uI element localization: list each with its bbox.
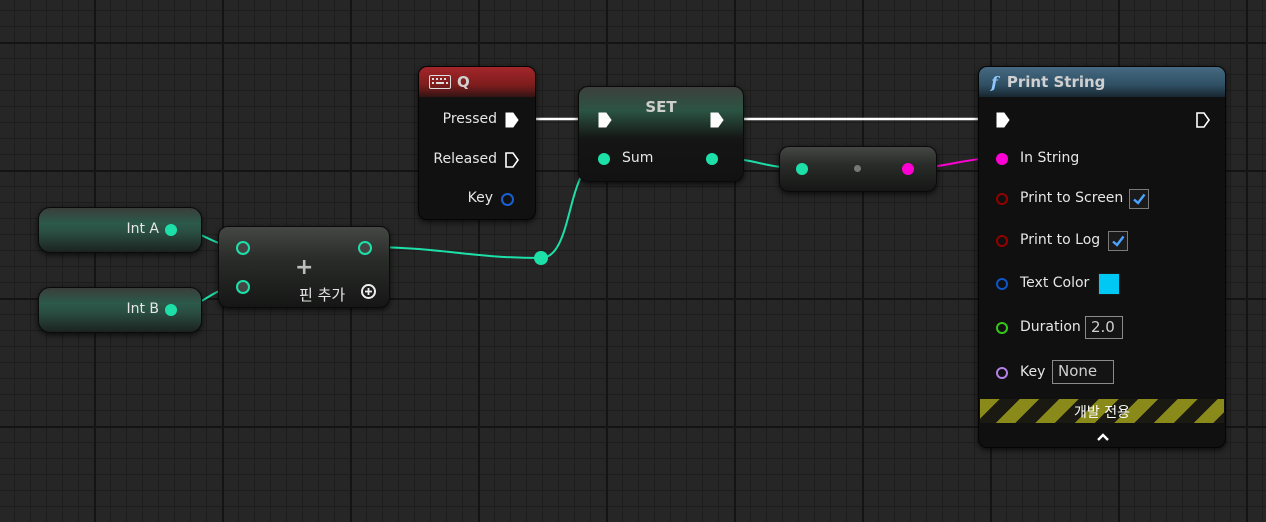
print-to-log-label: Print to Log (1020, 232, 1101, 248)
key-name-label: Key (1020, 364, 1046, 380)
conversion-input-pin[interactable] (796, 163, 808, 175)
int-b-output-pin[interactable] (165, 304, 177, 316)
print-exec-output-pin[interactable] (1196, 112, 1210, 128)
print-exec-input-pin[interactable] (996, 112, 1010, 128)
set-sum-node[interactable]: SET Sum (578, 86, 744, 182)
text-color-pin[interactable] (996, 278, 1008, 290)
keyboard-icon (429, 75, 451, 89)
in-string-label: In String (1020, 150, 1080, 166)
add-pin-label[interactable]: 핀 추가 (299, 284, 345, 305)
print-to-log-pin[interactable] (996, 235, 1008, 247)
print-to-screen-label: Print to Screen (1020, 190, 1124, 206)
add-node[interactable]: + 핀 추가 (218, 226, 390, 308)
int-wire-add-to-reroute (364, 246, 542, 259)
add-input-pin-b[interactable] (236, 280, 250, 294)
print-to-log-checkbox[interactable] (1108, 231, 1128, 251)
int-b-variable-node[interactable]: Int B (38, 287, 202, 333)
int-a-variable-node[interactable]: Int A (38, 207, 202, 253)
released-exec-pin[interactable] (505, 152, 519, 168)
set-exec-input-pin[interactable] (598, 112, 612, 128)
add-pin-plus-circle-icon[interactable] (361, 284, 376, 299)
print-to-screen-pin[interactable] (996, 193, 1008, 205)
released-label: Released (433, 151, 497, 167)
set-sum-output-pin[interactable] (706, 153, 718, 165)
add-plus-icon: + (295, 255, 314, 280)
reroute-knot (534, 251, 548, 265)
key-name-field[interactable]: None (1052, 360, 1114, 384)
duration-pin[interactable] (996, 322, 1008, 334)
int-a-label: Int A (126, 221, 159, 237)
add-output-pin[interactable] (358, 241, 372, 255)
chevron-up-icon[interactable] (1096, 427, 1110, 446)
set-exec-output-pin[interactable] (710, 112, 724, 128)
q-key-event-title: Q (457, 73, 470, 91)
set-sum-label: Sum (622, 150, 654, 166)
development-only-banner: 개발 전용 (980, 399, 1224, 423)
print-string-header: f Print String (979, 67, 1225, 97)
pressed-label: Pressed (442, 111, 497, 127)
pressed-exec-pin[interactable] (505, 112, 519, 128)
text-color-swatch[interactable] (1098, 273, 1120, 295)
int-to-string-conversion-node[interactable] (779, 146, 937, 192)
function-icon: f (991, 72, 998, 92)
add-input-pin-a[interactable] (236, 241, 250, 255)
q-key-event-node[interactable]: Q Pressed Released Key (418, 66, 536, 220)
text-color-label: Text Color (1020, 275, 1090, 291)
conversion-output-pin[interactable] (902, 163, 914, 175)
in-string-pin[interactable] (996, 153, 1008, 165)
print-to-screen-checkbox[interactable] (1129, 189, 1149, 209)
development-only-label: 개발 전용 (1074, 405, 1130, 421)
int-a-output-pin[interactable] (165, 224, 177, 236)
int-b-label: Int B (126, 301, 159, 317)
q-key-event-header: Q (419, 67, 535, 97)
print-string-title: Print String (1006, 73, 1106, 91)
set-sum-input-pin[interactable] (598, 153, 610, 165)
key-name-pin[interactable] (996, 367, 1008, 379)
key-output-pin[interactable] (501, 193, 514, 206)
conversion-dot-icon (854, 165, 861, 172)
key-output-label: Key (467, 190, 493, 206)
duration-field[interactable]: 2.0 (1085, 316, 1123, 339)
print-string-node[interactable]: f Print String In String Print to Screen… (978, 66, 1226, 448)
duration-label: Duration (1020, 319, 1081, 335)
